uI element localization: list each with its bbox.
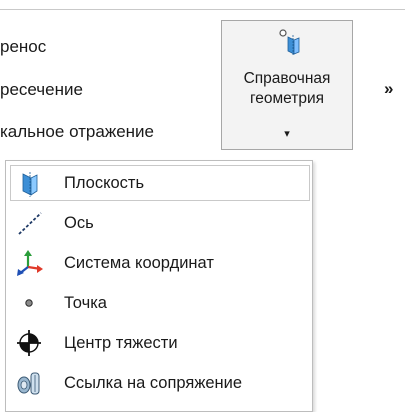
mate-reference-icon [17,372,40,395]
reference-geometry-icon [279,29,300,55]
label-line2: геометрия [249,90,325,107]
menu-item-move[interactable]: ренос [0,36,46,58]
menu-item-label: ресечение [0,80,83,99]
dropdown-item-coordinate-system[interactable]: Система координат [10,245,310,281]
dropdown-item-center-of-mass[interactable]: Центр тяжести [10,325,310,361]
dropdown-item-plane[interactable]: Плоскость [10,165,310,201]
dropdown-item-label: Ссылка на сопряжение [64,374,243,392]
center-of-mass-icon [17,330,41,356]
dropdown-item-label: Центр тяжести [64,334,178,352]
dropdown-item-mate-reference[interactable]: Ссылка на сопряжение [10,365,310,401]
menu-item-intersection[interactable]: ресечение [0,79,83,101]
reference-geometry-label: Справочная геометрия [222,69,352,109]
reference-geometry-button[interactable]: Справочная геометрия ▾ [221,20,353,150]
dropdown-item-label: Плоскость [64,174,145,192]
dropdown-item-label: Точка [64,294,107,312]
label-line1: Справочная [243,70,331,87]
point-icon [25,299,33,307]
menu-item-label: кальное отражение [0,122,155,141]
chevron-down-icon[interactable]: ▾ [281,129,293,140]
menu-item-label: ренос [0,37,47,56]
axis-icon [18,212,42,235]
reference-geometry-dropdown: Плоскость Ось Система координат Точка Це… [5,160,313,412]
coordinate-system-icon [17,250,43,276]
dropdown-item-point[interactable]: Точка [10,285,310,321]
dropdown-item-label: Ось [64,214,94,232]
menu-item-local-mirror[interactable]: кальное отражение [0,121,154,143]
ribbon-top-border [0,9,405,10]
ribbon-overflow-button[interactable]: » [384,80,393,98]
dropdown-item-label: Система координат [64,254,214,272]
plane-icon [22,172,38,197]
dropdown-item-axis[interactable]: Ось [10,205,310,241]
